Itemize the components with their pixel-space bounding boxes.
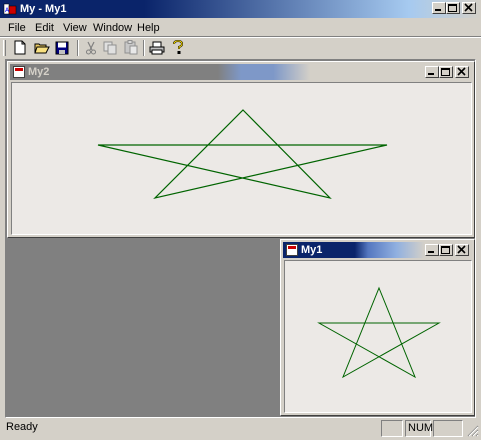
my2-close-button[interactable] xyxy=(455,66,469,78)
my2-client-area[interactable] xyxy=(11,82,472,235)
menu-file[interactable]: File xyxy=(8,22,26,34)
status-pane-caps xyxy=(381,420,403,437)
print-icon[interactable] xyxy=(148,39,166,56)
status-message: Ready xyxy=(6,421,38,433)
main-title-bar[interactable]: A My - My1 xyxy=(0,0,481,18)
save-icon[interactable] xyxy=(53,39,71,56)
my1-close-button[interactable] xyxy=(455,244,469,256)
menu-edit[interactable]: Edit xyxy=(35,22,54,34)
help-icon[interactable] xyxy=(169,39,187,56)
my1-maximize-button[interactable] xyxy=(439,244,453,256)
star-drawing xyxy=(97,109,388,200)
app-title: My - My1 xyxy=(20,3,67,15)
my2-maximize-button[interactable] xyxy=(439,66,453,78)
menu-divider xyxy=(0,36,481,38)
child-window-my1[interactable]: My1 xyxy=(280,239,475,416)
document-icon[interactable] xyxy=(286,244,298,256)
menu-bar: File Edit View Window Help xyxy=(0,19,481,37)
resize-grip[interactable] xyxy=(466,424,479,437)
copy-icon[interactable] xyxy=(101,39,119,56)
toolbar-separator xyxy=(143,40,145,56)
cut-icon[interactable] xyxy=(82,39,100,56)
menu-window[interactable]: Window xyxy=(93,22,132,34)
main-close-button[interactable] xyxy=(462,2,476,14)
toolbar-grip[interactable] xyxy=(3,40,6,56)
toolbar-separator xyxy=(77,40,79,56)
status-pane-scrl xyxy=(433,420,463,437)
menu-view[interactable]: View xyxy=(63,22,87,34)
paste-icon[interactable] xyxy=(122,39,140,56)
my1-client-area[interactable] xyxy=(284,260,472,413)
main-maximize-button[interactable] xyxy=(446,2,460,14)
app-icon[interactable]: A xyxy=(3,2,17,16)
menu-help[interactable]: Help xyxy=(137,22,160,34)
open-folder-icon[interactable] xyxy=(33,39,51,56)
child-title-my1: My1 xyxy=(301,244,323,256)
child-window-my2[interactable]: My2 xyxy=(7,61,475,238)
main-minimize-button[interactable] xyxy=(432,2,446,14)
status-pane-num: NUM xyxy=(405,420,433,437)
my2-minimize-button[interactable] xyxy=(425,66,439,78)
document-icon[interactable] xyxy=(13,66,25,78)
star-drawing xyxy=(317,286,441,379)
child-title-my2: My2 xyxy=(28,66,50,78)
child-title-bar-my2[interactable]: My2 xyxy=(10,64,472,80)
new-file-icon[interactable] xyxy=(11,39,29,56)
my1-minimize-button[interactable] xyxy=(425,244,439,256)
